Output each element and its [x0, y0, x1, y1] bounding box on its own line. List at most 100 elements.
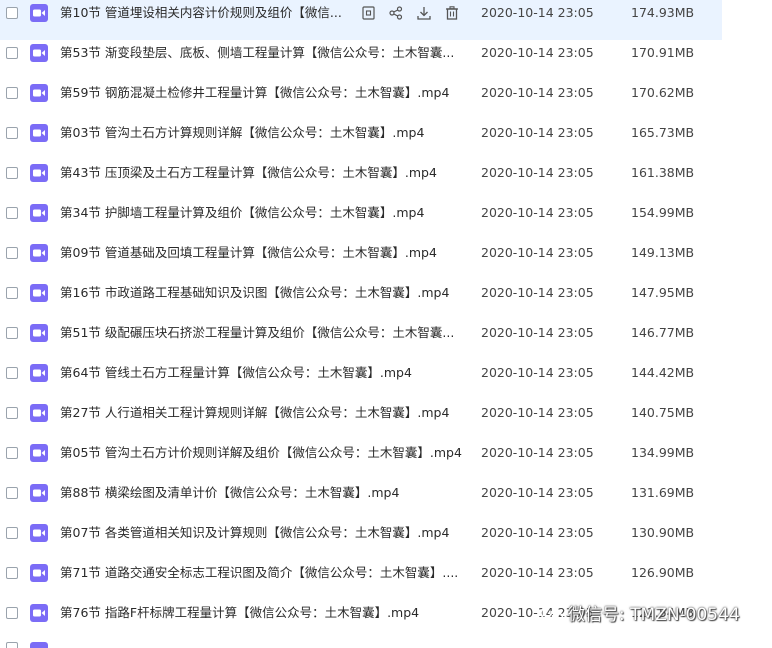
- row-checkbox[interactable]: [6, 127, 18, 139]
- file-size: 147.95MB: [631, 285, 695, 300]
- file-size: 134.99MB: [631, 445, 695, 460]
- video-file-icon: [30, 444, 48, 462]
- table-row[interactable]: 第07节 各类管道相关知识及计算规则【微信公众号：土木智囊】.mp4 2020-…: [0, 520, 722, 560]
- file-date: 2020-10-14 23:05: [481, 205, 594, 220]
- file-list: 第10节 管道埋设相关内容计价规则及组价【微信... 2020-10-14 23…: [0, 0, 772, 640]
- video-file-icon: [30, 84, 48, 102]
- table-row[interactable]: 第53节 渐变段垫层、底板、侧墙工程量计算【微信公众号：土木智囊... 2020…: [0, 40, 722, 80]
- file-name[interactable]: 第05节 管沟土石方计价规则详解及组价【微信公众号：土木智囊】.mp4: [60, 445, 465, 461]
- file-date: 2020-10-14 23:05: [481, 125, 594, 140]
- row-checkbox[interactable]: [6, 287, 18, 299]
- table-row[interactable]: 第34节 护脚墙工程量计算及组价【微信公众号：土木智囊】.mp4 2020-10…: [0, 200, 722, 240]
- row-checkbox[interactable]: [6, 7, 18, 19]
- video-file-icon: [30, 484, 48, 502]
- file-size: 126.90MB: [631, 565, 695, 580]
- file-name[interactable]: 第27节 人行道相关工程计算规则详解【微信公众号：土木智囊】.mp4: [60, 405, 465, 421]
- table-row[interactable]: 第59节 钢筋混凝土检修井工程量计算【微信公众号：土木智囊】.mp4 2020-…: [0, 80, 722, 120]
- file-size: 146.77MB: [631, 325, 695, 340]
- table-row[interactable]: 第88节 横梁绘图及清单计价【微信公众号：土木智囊】.mp4 2020-10-1…: [0, 480, 722, 520]
- file-name[interactable]: 第64节 管线土石方工程量计算【微信公众号：土木智囊】.mp4: [60, 365, 465, 381]
- row-checkbox[interactable]: [6, 367, 18, 379]
- row-checkbox[interactable]: [6, 527, 18, 539]
- row-checkbox[interactable]: [6, 167, 18, 179]
- file-date: 2020-10-14 23:05: [481, 45, 594, 60]
- table-row[interactable]: 第27节 人行道相关工程计算规则详解【微信公众号：土木智囊】.mp4 2020-…: [0, 400, 722, 440]
- file-date: 2020-10-14 23:05: [481, 325, 594, 340]
- table-row[interactable]: 第71节 道路交通安全标志工程识图及简介【微信公众号：土木智囊】.... 202…: [0, 560, 722, 600]
- row-actions: [360, 3, 460, 23]
- video-file-icon: [30, 204, 48, 222]
- file-size: 149.13MB: [631, 245, 695, 260]
- file-date: 2020-10-14 23:05: [481, 285, 594, 300]
- file-date: 2020-10-14 23:05: [481, 85, 594, 100]
- table-row[interactable]: 第16节 市政道路工程基础知识及识图【微信公众号：土木智囊】.mp4 2020-…: [0, 280, 722, 320]
- file-size: 161.38MB: [631, 165, 695, 180]
- watermark-text: 微信号: TMZN-00544: [568, 605, 740, 625]
- row-checkbox[interactable]: [6, 327, 18, 339]
- wechat-icon: [540, 605, 564, 625]
- video-file-icon: [30, 404, 48, 422]
- video-file-icon: [30, 284, 48, 302]
- file-date: 2020-10-14 23:05: [481, 5, 594, 20]
- row-checkbox[interactable]: [6, 487, 18, 499]
- wechat-watermark: 微信号: TMZN-00544: [540, 603, 740, 627]
- file-date: 2020-10-14 23:05: [481, 485, 594, 500]
- file-size: 174.93MB: [631, 5, 695, 20]
- video-file-icon: [30, 4, 48, 22]
- file-size: 165.73MB: [631, 125, 695, 140]
- row-checkbox[interactable]: [6, 407, 18, 419]
- file-date: 2020-10-14 23:05: [481, 525, 594, 540]
- file-name[interactable]: 第07节 各类管道相关知识及计算规则【微信公众号：土木智囊】.mp4: [60, 525, 465, 541]
- video-file-icon: [30, 44, 48, 62]
- video-file-icon: [30, 564, 48, 582]
- share-icon[interactable]: [388, 5, 404, 21]
- table-row[interactable]: 第05节 管沟土石方计价规则详解及组价【微信公众号：土木智囊】.mp4 2020…: [0, 440, 722, 480]
- row-checkbox[interactable]: [6, 607, 18, 619]
- video-file-icon: [30, 324, 48, 342]
- file-name[interactable]: 第76节 指路F杆标牌工程量计算【微信公众号：土木智囊】.mp4: [60, 605, 465, 621]
- video-file-icon: [30, 642, 48, 648]
- file-date: 2020-10-14 23:05: [481, 445, 594, 460]
- file-date: 2020-10-14 23:05: [481, 365, 594, 380]
- video-file-icon: [30, 244, 48, 262]
- file-date: 2020-10-14 23:05: [481, 565, 594, 580]
- row-checkbox[interactable]: [6, 642, 18, 648]
- file-name[interactable]: 第88节 横梁绘图及清单计价【微信公众号：土木智囊】.mp4: [60, 485, 465, 501]
- video-file-icon: [30, 164, 48, 182]
- file-name[interactable]: 第71节 道路交通安全标志工程识图及简介【微信公众号：土木智囊】....: [60, 565, 465, 581]
- file-size: 154.99MB: [631, 205, 695, 220]
- file-name[interactable]: 第03节 管沟土石方计算规则详解【微信公众号：土木智囊】.mp4: [60, 125, 465, 141]
- table-row[interactable]: 第51节 级配碾压块石挤淤工程量计算及组价【微信公众号：土木智囊... 2020…: [0, 320, 722, 360]
- video-file-icon: [30, 364, 48, 382]
- row-checkbox[interactable]: [6, 247, 18, 259]
- table-row[interactable]: 第64节 管线土石方工程量计算【微信公众号：土木智囊】.mp4 2020-10-…: [0, 360, 722, 400]
- file-size: 144.42MB: [631, 365, 695, 380]
- file-name[interactable]: 第34节 护脚墙工程量计算及组价【微信公众号：土木智囊】.mp4: [60, 205, 465, 221]
- file-size: 170.91MB: [631, 45, 695, 60]
- row-checkbox[interactable]: [6, 47, 18, 59]
- download-icon[interactable]: [416, 5, 432, 21]
- file-date: 2020-10-14 23:05: [481, 245, 594, 260]
- row-checkbox[interactable]: [6, 567, 18, 579]
- file-name[interactable]: 第59节 钢筋混凝土检修井工程量计算【微信公众号：土木智囊】.mp4: [60, 85, 465, 101]
- table-row[interactable]: 第03节 管沟土石方计算规则详解【微信公众号：土木智囊】.mp4 2020-10…: [0, 120, 722, 160]
- table-row[interactable]: [0, 640, 722, 648]
- file-name[interactable]: 第16节 市政道路工程基础知识及识图【微信公众号：土木智囊】.mp4: [60, 285, 465, 301]
- file-detail-icon[interactable]: [360, 5, 376, 21]
- file-size: 130.90MB: [631, 525, 695, 540]
- row-checkbox[interactable]: [6, 447, 18, 459]
- video-file-icon: [30, 604, 48, 622]
- file-name[interactable]: 第43节 压顶梁及土石方工程量计算【微信公众号：土木智囊】.mp4: [60, 165, 465, 181]
- table-row[interactable]: 第09节 管道基础及回填工程量计算【微信公众号：土木智囊】.mp4 2020-1…: [0, 240, 722, 280]
- file-name[interactable]: 第51节 级配碾压块石挤淤工程量计算及组价【微信公众号：土木智囊...: [60, 325, 465, 341]
- row-checkbox[interactable]: [6, 87, 18, 99]
- delete-icon[interactable]: [444, 5, 460, 21]
- row-checkbox[interactable]: [6, 207, 18, 219]
- file-name[interactable]: 第53节 渐变段垫层、底板、侧墙工程量计算【微信公众号：土木智囊...: [60, 45, 465, 61]
- file-name[interactable]: 第09节 管道基础及回填工程量计算【微信公众号：土木智囊】.mp4: [60, 245, 465, 261]
- table-row[interactable]: 第10节 管道埋设相关内容计价规则及组价【微信... 2020-10-14 23…: [0, 0, 722, 40]
- video-file-icon: [30, 124, 48, 142]
- file-name[interactable]: 第10节 管道埋设相关内容计价规则及组价【微信...: [60, 5, 352, 21]
- table-row[interactable]: 第43节 压顶梁及土石方工程量计算【微信公众号：土木智囊】.mp4 2020-1…: [0, 160, 722, 200]
- video-file-icon: [30, 524, 48, 542]
